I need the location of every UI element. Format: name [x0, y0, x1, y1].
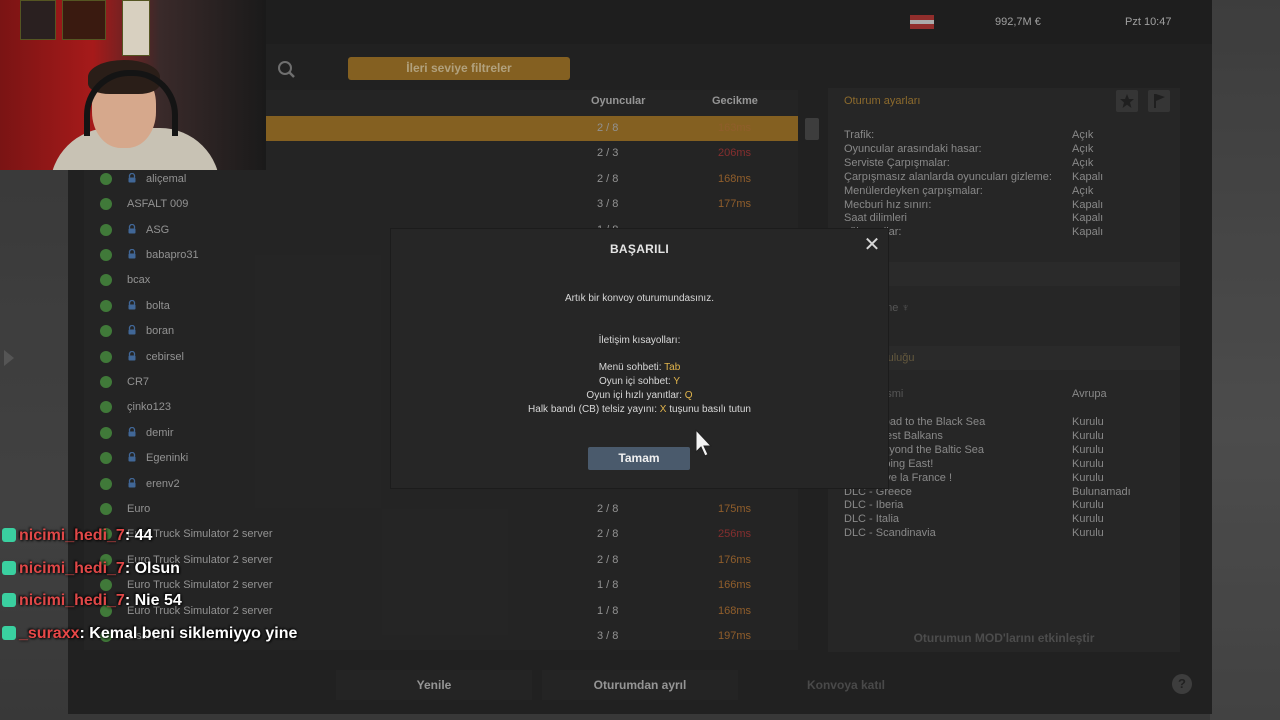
success-dialog: BAŞARILI ✕ Artık bir konvoy oturumundası…	[391, 229, 888, 488]
shortcut-suffix: tuşunu basılı tutun	[666, 404, 751, 415]
shortcut-key: Y	[673, 376, 680, 387]
chat-text: : Nie 54	[124, 592, 182, 609]
chat-username: nicimi_hedi_7	[19, 559, 125, 577]
shortcut-line: Oyun içi hızlı yanıtlar: Q	[391, 390, 888, 401]
wall-poster	[122, 0, 150, 56]
chat-message: nicimi_hedi_7: 44	[2, 527, 152, 545]
shortcut-label: Menü sohbeti:	[598, 362, 665, 373]
wall-poster	[20, 0, 56, 40]
chat-message: _suraxx: Kemal beni siklemiyyo yine	[2, 625, 297, 643]
shortcut-label: Halk bandı (CB) telsiz yayını:	[528, 404, 660, 415]
chat-badge-icon	[2, 593, 16, 607]
close-icon[interactable]: ✕	[862, 235, 882, 255]
shortcuts-heading: İletişim kısayolları:	[598, 335, 681, 346]
chat-text: : Olsun	[124, 559, 180, 577]
chat-message: nicimi_hedi_7: Nie 54	[2, 592, 182, 610]
chat-message: nicimi_hedi_7: Olsun	[2, 560, 180, 578]
shortcut-line: Halk bandı (CB) telsiz yayını: X tuşunu …	[391, 404, 888, 415]
chat-badge-icon	[2, 560, 16, 575]
dialog-message: Artık bir konvoy oturumundasınız.	[565, 293, 714, 304]
shortcut-key: Tab	[664, 362, 681, 373]
shortcut-key: Q	[684, 390, 693, 401]
shortcut-label: Oyun içi hızlı yanıtlar:	[586, 390, 685, 401]
dialog-title: BAŞARILI	[609, 242, 670, 256]
chat-badge-icon	[2, 528, 16, 542]
mouse-cursor-icon	[695, 428, 713, 457]
chat-badge-icon	[2, 625, 16, 640]
ok-button[interactable]: Tamam	[588, 447, 690, 470]
shortcut-line: Menü sohbeti: Tab	[391, 362, 888, 373]
wall-poster	[62, 0, 106, 40]
shortcut-label: Oyun içi sohbet:	[599, 376, 674, 387]
chat-username: nicimi_hedi_7	[19, 592, 125, 609]
chat-username: _suraxx	[19, 624, 80, 642]
chat-text: : Kemal beni siklemiyyo yine	[79, 624, 298, 642]
chat-text: : 44	[124, 527, 153, 544]
chat-username: nicimi_hedi_7	[19, 527, 125, 544]
shortcut-line: Oyun içi sohbet: Y	[391, 376, 888, 387]
webcam-overlay	[0, 0, 266, 170]
